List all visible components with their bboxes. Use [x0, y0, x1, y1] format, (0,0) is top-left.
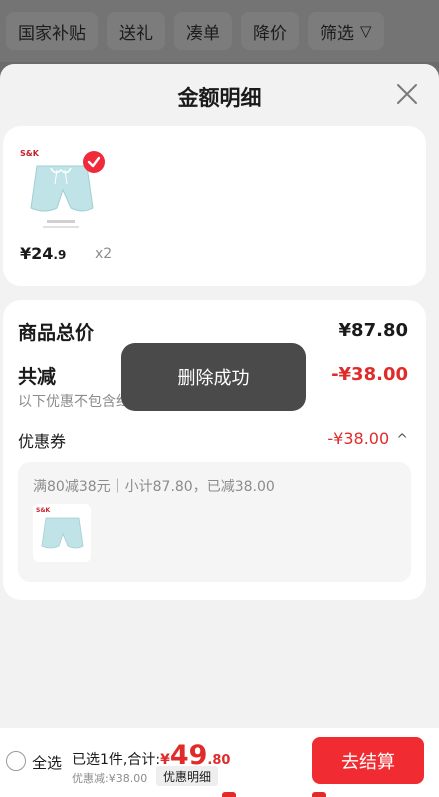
- filter-chip-filter[interactable]: 筛选 ▽: [308, 12, 384, 50]
- coupon-product-thumbnail[interactable]: S&K: [33, 504, 91, 562]
- filter-chip-bundle[interactable]: 凑单: [174, 12, 232, 50]
- total-price-value: ¥87.80: [338, 320, 408, 341]
- brand-logo: S&K: [20, 149, 40, 158]
- item-card: S&K ¥24.9 x2: [3, 126, 426, 286]
- filter-bar: 国家补贴 送礼 凑单 降价 筛选 ▽: [0, 0, 439, 62]
- filter-chip-label: 国家补贴: [18, 23, 86, 44]
- chevron-up-icon: ^: [396, 432, 408, 448]
- page: 国家补贴 送礼 凑单 降价 筛选 ▽ 金额明细 S&K ¥24.9 x2 商品总…: [0, 0, 439, 797]
- selected-count: 已选1件,合计:: [72, 752, 161, 768]
- filter-chip-label: 凑单: [186, 23, 220, 44]
- amount-detail-sheet: 金额明细 S&K ¥24.9 x2 商品总价 ¥87.80 共减 -¥38.00…: [0, 64, 439, 797]
- total-price-label: 商品总价: [18, 322, 95, 344]
- bottom-accent: [222, 792, 236, 797]
- toast-message: 删除成功: [121, 343, 306, 411]
- coupon-description: 满80减38元｜小计87.80，已减38.00: [33, 479, 275, 495]
- checkout-bar: 全选 已选1件,合计:¥49.80 优惠减:¥38.00 优惠明细 去结算: [0, 728, 439, 797]
- discount-amount: 优惠减:¥38.00: [72, 772, 148, 785]
- discount-detail-button[interactable]: 优惠明细: [156, 766, 219, 786]
- coupon-value: -¥38.00: [327, 429, 390, 448]
- sheet-title: 金额明细: [177, 86, 262, 110]
- bottom-accent: [312, 792, 326, 797]
- item-quantity: x2: [95, 246, 113, 262]
- filter-chip-label: 降价: [253, 23, 287, 44]
- filter-chip-gift[interactable]: 送礼: [107, 12, 165, 50]
- filter-chip-label: 送礼: [119, 23, 153, 44]
- checkout-button[interactable]: 去结算: [312, 737, 424, 784]
- item-price-decimal: .9: [53, 248, 67, 262]
- filter-icon: ▽: [360, 22, 372, 40]
- brand-logo: S&K: [36, 507, 51, 514]
- select-all-radio[interactable]: [6, 751, 26, 771]
- total-reduce-value: -¥38.00: [331, 364, 408, 385]
- select-all-label[interactable]: 全选: [32, 752, 62, 773]
- coupon-label: 优惠券: [18, 432, 67, 451]
- total-reduce-label: 共减: [18, 366, 57, 388]
- filter-chip-subsidy[interactable]: 国家补贴: [6, 12, 98, 50]
- item-price-main: ¥24: [20, 244, 54, 263]
- coupon-detail-box: 满80减38元｜小计87.80，已减38.00 S&K: [18, 462, 411, 582]
- selected-check-icon[interactable]: [83, 151, 105, 173]
- filter-chip-label: 筛选: [320, 23, 354, 44]
- item-price: ¥24.9: [20, 244, 66, 263]
- close-icon[interactable]: [395, 82, 419, 106]
- coupon-toggle[interactable]: -¥38.00 ^: [327, 429, 408, 448]
- filter-chip-price-drop[interactable]: 降价: [241, 12, 299, 50]
